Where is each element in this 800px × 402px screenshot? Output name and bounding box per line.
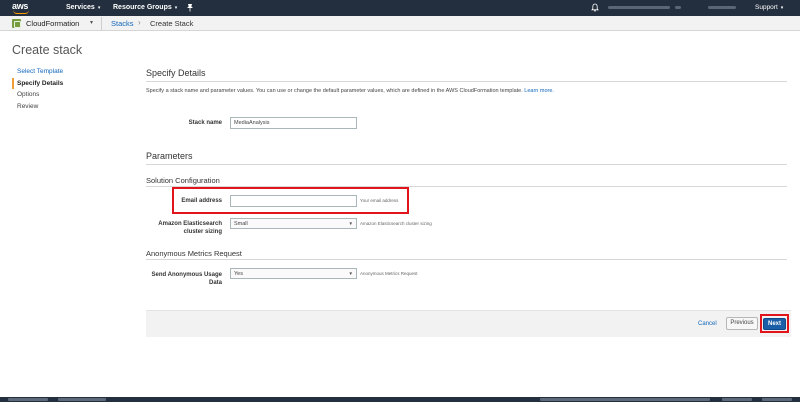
anon-usage-hint: Anonymous Metrics Request <box>360 271 418 276</box>
privacy-policy-link[interactable] <box>722 398 752 401</box>
dropdown-arrow-icon: ▼ <box>348 221 353 226</box>
anonymous-metrics-title: Anonymous Metrics Request <box>146 249 242 258</box>
bell-icon[interactable] <box>591 3 599 12</box>
es-sizing-hint: Amazon Elasticsearch cluster sizing <box>360 221 432 226</box>
pin-icon[interactable] <box>186 3 194 12</box>
breadcrumb-current: Create Stack <box>150 19 194 28</box>
region-selector[interactable] <box>708 6 736 9</box>
stack-name-input[interactable] <box>230 117 357 129</box>
step-specify-details: Specify Details <box>12 77 122 89</box>
feedback-link[interactable] <box>8 398 48 401</box>
support-label: Support <box>755 4 778 11</box>
anon-usage-label-line1: Send Anonymous Usage <box>151 272 222 278</box>
es-sizing-label: Amazon Elasticsearch cluster sizing <box>158 220 222 236</box>
service-menu-label[interactable]: CloudFormation <box>26 19 79 28</box>
service-subnav: CloudFormation ▾ Stacks › Create Stack <box>0 16 800 31</box>
top-navigation-bar: aws Services ▾ Resource Groups ▾ Support ▾ <box>0 0 800 16</box>
anon-usage-select[interactable]: Yes ▼ <box>230 268 357 279</box>
support-menu[interactable]: Support ▾ <box>755 4 783 11</box>
page-title: Create stack <box>12 43 83 57</box>
step-options: Options <box>17 91 40 98</box>
aws-logo[interactable]: aws <box>12 1 34 15</box>
breadcrumb-separator: › <box>138 18 141 27</box>
language-selector[interactable] <box>58 398 106 401</box>
services-menu[interactable]: Services ▾ <box>66 4 100 11</box>
chevron-down-icon[interactable]: ▾ <box>90 19 93 26</box>
anon-usage-label: Send Anonymous Usage Data <box>152 271 222 287</box>
resource-groups-menu[interactable]: Resource Groups ▾ <box>113 4 177 11</box>
wizard-steps: Select Template Specify Details Options … <box>12 66 122 112</box>
email-address-input[interactable] <box>230 195 357 207</box>
details-description: Specify a stack name and parameter value… <box>146 88 554 94</box>
stack-name-label: Stack name <box>188 120 222 126</box>
step-review: Review <box>17 102 39 110</box>
divider <box>146 259 787 260</box>
section-title-parameters: Parameters <box>146 151 193 161</box>
cancel-button[interactable]: Cancel <box>698 321 717 327</box>
divider <box>146 81 787 82</box>
terms-of-use-link[interactable] <box>762 398 792 401</box>
next-button[interactable]: Next <box>763 318 786 330</box>
aws-logo-smile <box>13 10 29 14</box>
anon-usage-label-line2: Data <box>208 280 222 286</box>
wizard-actions-bar <box>146 310 791 337</box>
divider <box>146 164 787 165</box>
account-name[interactable] <box>608 6 670 9</box>
dropdown-arrow-icon: ▼ <box>348 271 353 276</box>
account-caret <box>675 6 681 9</box>
es-sizing-select[interactable]: Small ▼ <box>230 218 357 229</box>
breadcrumb-stacks[interactable]: Stacks <box>111 19 134 28</box>
email-address-label: Email address <box>181 198 222 204</box>
step-select-template[interactable]: Select Template <box>12 66 122 78</box>
cloudformation-icon <box>12 19 21 28</box>
resource-groups-label: Resource Groups <box>113 4 172 11</box>
es-sizing-selected: Small <box>234 220 248 227</box>
chevron-down-icon: ▾ <box>97 5 101 11</box>
description-text: Specify a stack name and parameter value… <box>146 88 523 94</box>
previous-button[interactable]: Previous <box>726 317 758 330</box>
es-sizing-label-line1: Amazon Elasticsearch <box>158 221 222 227</box>
copyright-text <box>540 398 710 401</box>
chevron-down-icon: ▾ <box>174 5 178 11</box>
solution-configuration-title: Solution Configuration <box>146 176 220 185</box>
email-address-hint: Your email address <box>360 198 399 203</box>
services-label: Services <box>66 4 95 11</box>
anon-usage-selected: Yes <box>234 270 243 277</box>
learn-more-link[interactable]: Learn more. <box>524 88 554 94</box>
console-footer-bar <box>0 397 800 402</box>
chevron-down-icon: ▾ <box>780 5 784 11</box>
es-sizing-label-line2: cluster sizing <box>183 229 222 235</box>
section-title-specify-details: Specify Details <box>146 68 206 78</box>
divider <box>101 17 102 30</box>
